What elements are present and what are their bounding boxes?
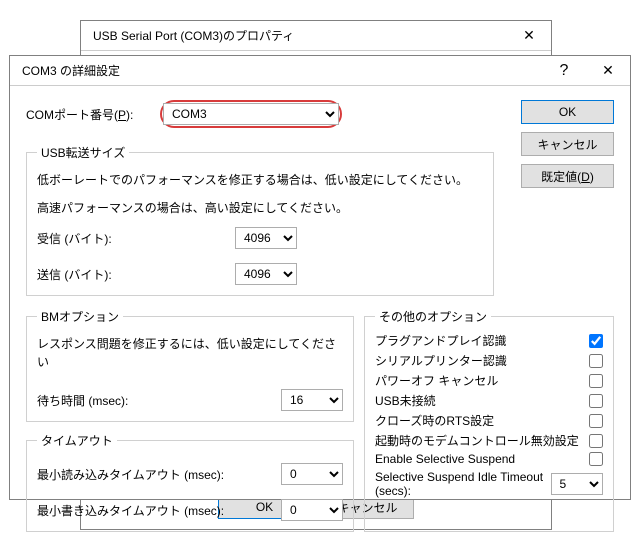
other-option-label: パワーオフ キャンセル bbox=[375, 372, 498, 389]
other-option-checkbox[interactable] bbox=[589, 334, 603, 348]
com-port-label: COMポート番号(P): bbox=[26, 106, 160, 123]
other-option-row: 起動時のモデムコントロール無効設定 bbox=[375, 432, 603, 449]
dialog-titlebar: COM3 の詳細設定 ? ✕ bbox=[10, 56, 630, 86]
usb-recv-select[interactable]: 4096 bbox=[235, 227, 297, 249]
usb-send-select[interactable]: 4096 bbox=[235, 263, 297, 285]
usb-legend: USB転送サイズ bbox=[37, 144, 129, 161]
help-icon[interactable]: ? bbox=[542, 56, 586, 85]
other-option-checkbox[interactable] bbox=[589, 452, 603, 466]
timeout-write-row: 最小書き込みタイムアウト (msec): 0 bbox=[37, 499, 343, 521]
properties-titlebar: USB Serial Port (COM3)のプロパティ ✕ bbox=[81, 21, 551, 51]
cancel-button[interactable]: キャンセル bbox=[521, 132, 614, 156]
suspend-timeout-select[interactable]: 5 bbox=[551, 473, 603, 495]
usb-send-row: 送信 (バイト): 4096 bbox=[37, 263, 297, 285]
ok-button[interactable]: OK bbox=[521, 100, 614, 124]
other-option-row: シリアルプリンター認識 bbox=[375, 352, 603, 369]
other-option-checkbox[interactable] bbox=[589, 354, 603, 368]
other-option-row: クローズ時のRTS設定 bbox=[375, 412, 603, 429]
dialog-side-buttons: OK キャンセル 既定値(D) bbox=[521, 100, 614, 188]
timeout-legend: タイムアウト bbox=[37, 432, 117, 449]
timeout-read-label: 最小読み込みタイムアウト (msec): bbox=[37, 466, 224, 483]
timeout-read-row: 最小読み込みタイムアウト (msec): 0 bbox=[37, 463, 343, 485]
close-icon[interactable]: ✕ bbox=[507, 21, 551, 50]
usb-recv-label: 受信 (バイト): bbox=[37, 230, 112, 247]
other-option-label: プラグアンドプレイ認識 bbox=[375, 332, 507, 349]
com-port-highlight: COM3 bbox=[160, 100, 342, 128]
com-port-select[interactable]: COM3 bbox=[163, 103, 339, 125]
timeout-fieldset: タイムアウト 最小読み込みタイムアウト (msec): 0 最小書き込みタイムア… bbox=[26, 432, 354, 532]
defaults-button[interactable]: 既定値(D) bbox=[521, 164, 614, 188]
suspend-timeout-label: Selective Suspend Idle Timeout (secs): bbox=[375, 470, 545, 498]
usb-recv-row: 受信 (バイト): 4096 bbox=[37, 227, 297, 249]
properties-title: USB Serial Port (COM3)のプロパティ bbox=[93, 27, 294, 44]
bm-wait-row: 待ち時間 (msec): 16 bbox=[37, 389, 343, 411]
timeout-read-select[interactable]: 0 bbox=[281, 463, 343, 485]
other-option-row: USB未接続 bbox=[375, 392, 603, 409]
bm-fieldset: BMオプション レスポンス問題を修正するには、低い設定にしてください 待ち時間 … bbox=[26, 308, 354, 422]
other-option-label: クローズ時のRTS設定 bbox=[375, 412, 494, 429]
other-option-row: Enable Selective Suspend bbox=[375, 452, 603, 466]
timeout-write-label: 最小書き込みタイムアウト (msec): bbox=[37, 502, 224, 519]
other-legend: その他のオプション bbox=[375, 308, 491, 325]
usb-transfer-fieldset: USB転送サイズ 低ボーレートでのパフォーマンスを修正する場合は、低い設定にして… bbox=[26, 144, 494, 296]
timeout-write-select[interactable]: 0 bbox=[281, 499, 343, 521]
other-option-checkbox[interactable] bbox=[589, 374, 603, 388]
bm-wait-label: 待ち時間 (msec): bbox=[37, 392, 128, 409]
bm-note: レスポンス問題を修正するには、低い設定にしてください bbox=[37, 335, 343, 371]
other-option-label: Enable Selective Suspend bbox=[375, 452, 515, 466]
dialog-content: OK キャンセル 既定値(D) COMポート番号(P): COM3 USB転送サ… bbox=[10, 86, 630, 542]
other-option-row: パワーオフ キャンセル bbox=[375, 372, 603, 389]
other-option-checkbox[interactable] bbox=[589, 434, 603, 448]
other-fieldset: その他のオプション プラグアンドプレイ認識シリアルプリンター認識パワーオフ キャ… bbox=[364, 308, 614, 532]
usb-note-high: 高速パフォーマンスの場合は、高い設定にしてください。 bbox=[37, 199, 483, 217]
other-option-checkbox[interactable] bbox=[589, 414, 603, 428]
close-icon[interactable]: ✕ bbox=[586, 56, 630, 85]
bm-legend: BMオプション bbox=[37, 308, 123, 325]
suspend-timeout-row: Selective Suspend Idle Timeout (secs): 5 bbox=[375, 470, 603, 498]
usb-note-low: 低ボーレートでのパフォーマンスを修正する場合は、低い設定にしてください。 bbox=[37, 171, 483, 189]
other-option-row: プラグアンドプレイ認識 bbox=[375, 332, 603, 349]
other-option-label: USB未接続 bbox=[375, 392, 436, 409]
other-option-checkbox[interactable] bbox=[589, 394, 603, 408]
usb-send-label: 送信 (バイト): bbox=[37, 266, 112, 283]
other-option-label: 起動時のモデムコントロール無効設定 bbox=[375, 432, 579, 449]
dialog-title: COM3 の詳細設定 bbox=[22, 62, 120, 79]
other-option-label: シリアルプリンター認識 bbox=[375, 352, 507, 369]
advanced-settings-dialog: COM3 の詳細設定 ? ✕ OK キャンセル 既定値(D) COMポート番号(… bbox=[9, 55, 631, 500]
bm-wait-select[interactable]: 16 bbox=[281, 389, 343, 411]
